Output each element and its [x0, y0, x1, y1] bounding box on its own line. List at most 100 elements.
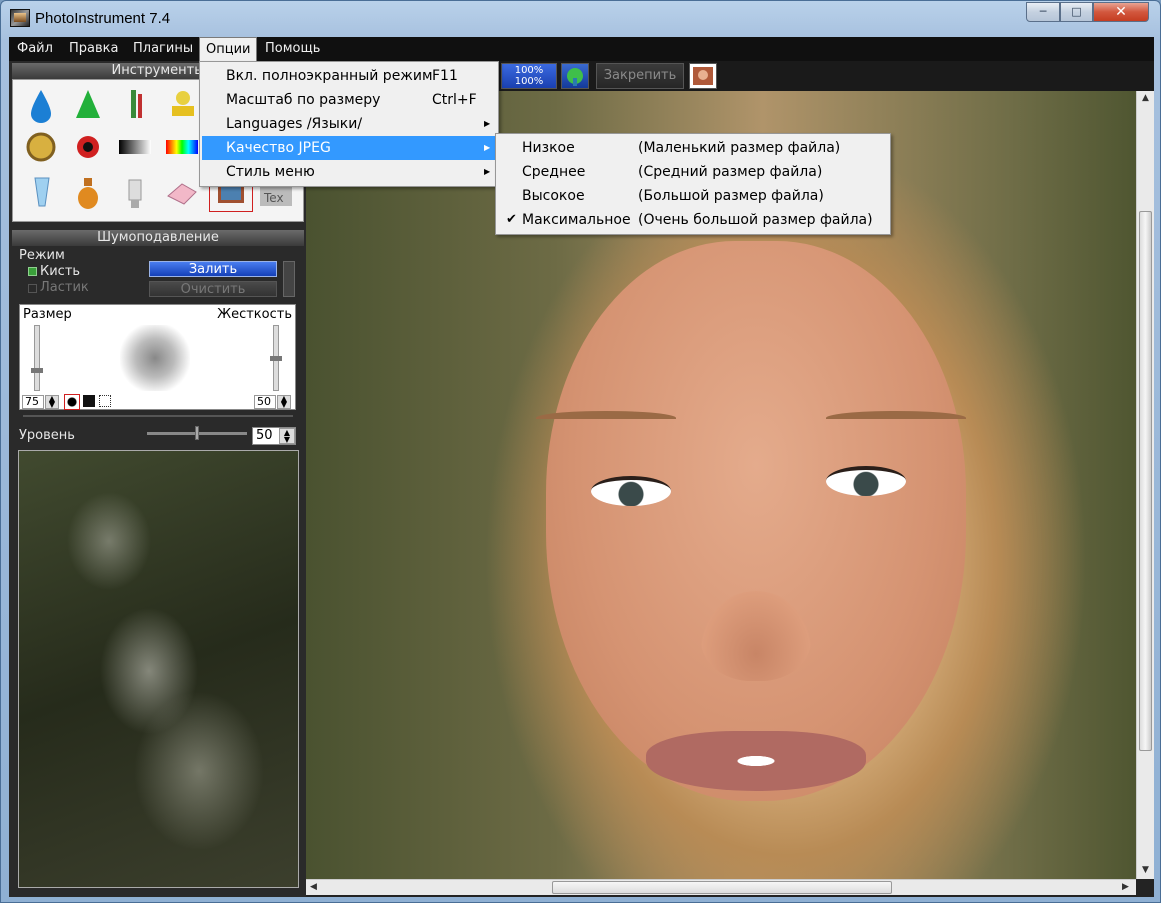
quality-medium[interactable]: Среднее (Средний размер файла) — [498, 160, 888, 184]
submenu-arrow-icon: ▶ — [484, 167, 491, 176]
eraser-label: Ластик — [40, 280, 89, 295]
pencil-tool-icon[interactable] — [115, 86, 155, 124]
window-title: PhotoInstrument 7.4 — [35, 10, 171, 27]
languages-label: Languages /Языки/ — [226, 116, 363, 132]
gold-shape-tool-icon[interactable] — [21, 128, 61, 166]
navigator-button[interactable] — [561, 63, 589, 89]
submenu-arrow-icon: ▶ — [484, 119, 491, 128]
quality-high[interactable]: Высокое (Большой размер файла) — [498, 184, 888, 208]
zoom-bottom-label: 100% — [514, 76, 544, 87]
app-window: PhotoInstrument 7.4 ─ □ ✕ Файл Правка Пл… — [0, 0, 1161, 903]
fit-label: Масштаб по размеру — [226, 92, 381, 108]
vertical-scrollbar[interactable]: ▲ ▼ — [1136, 91, 1154, 879]
level-label: Уровень — [19, 428, 75, 443]
zoom-top-label: 100% — [514, 65, 544, 76]
mode-label: Режим — [19, 248, 65, 263]
fullscreen-shortcut: F11 — [432, 68, 458, 84]
fill-button[interactable]: Залить — [149, 261, 277, 277]
brush-label: Кисть — [40, 264, 81, 279]
title-bar[interactable]: PhotoInstrument 7.4 ─ □ ✕ — [1, 1, 1160, 37]
size-spinner[interactable]: ▲ ▼ — [45, 395, 59, 409]
nose — [701, 591, 811, 681]
quality-medium-name: Среднее — [522, 164, 586, 180]
hardness-slider[interactable] — [270, 325, 282, 391]
left-brow — [536, 411, 676, 425]
right-eye — [826, 466, 906, 496]
menu-style[interactable]: Стиль меню ▶ — [202, 160, 496, 184]
brush-radio[interactable] — [28, 267, 37, 276]
options-dropdown: Вкл. полноэкранный режим F11 Масштаб по р… — [199, 61, 499, 187]
fit-shortcut: Ctrl+F — [432, 92, 477, 108]
jpeg-quality-label: Качество JPEG — [226, 140, 331, 156]
quality-max[interactable]: ✔ Максимальное (Очень большой размер файла… — [498, 208, 888, 232]
lamp-tool-icon[interactable] — [115, 174, 155, 212]
close-button[interactable]: ✕ — [1093, 2, 1149, 22]
level-spinner[interactable]: ▲ ▼ — [279, 428, 295, 444]
noise-panel-title: Шумоподавление — [12, 230, 304, 246]
quality-low[interactable]: Низкое (Маленький размер файла) — [498, 136, 888, 160]
tube-tool-icon[interactable] — [21, 174, 61, 212]
mode-scrollbar[interactable] — [283, 261, 295, 297]
cone-tool-icon[interactable] — [68, 86, 108, 124]
maximize-button[interactable]: □ — [1060, 2, 1093, 22]
lock-button[interactable]: Закрепить — [596, 63, 684, 89]
stamp-tool-icon[interactable] — [162, 86, 202, 124]
right-brow — [826, 411, 966, 425]
menu-languages[interactable]: Languages /Языки/ ▶ — [202, 112, 496, 136]
quality-low-desc: (Маленький размер файла) — [638, 140, 841, 156]
quality-max-name: Максимальное — [522, 212, 631, 228]
menu-fit-to-size[interactable]: Масштаб по размеру Ctrl+F — [202, 88, 496, 112]
divider — [23, 415, 293, 417]
quality-low-name: Низкое — [522, 140, 575, 156]
horizontal-scroll-thumb[interactable] — [552, 881, 892, 894]
clear-button[interactable]: Очистить — [149, 281, 277, 297]
menu-options[interactable]: Опции — [199, 37, 258, 61]
selection-brush-icon[interactable] — [99, 395, 111, 407]
size-label: Размер — [23, 307, 72, 322]
quality-medium-desc: (Средний размер файла) — [638, 164, 823, 180]
blur-drop-tool-icon[interactable] — [21, 86, 61, 124]
brush-preview — [120, 325, 190, 391]
menu-edit[interactable]: Правка — [63, 37, 124, 61]
photo-thumbnail-icon[interactable] — [689, 63, 717, 89]
menu-plugins[interactable]: Плагины — [127, 37, 199, 61]
size-field[interactable]: 75 — [22, 395, 44, 409]
app-icon — [10, 9, 30, 27]
checkmark-icon: ✔ — [506, 212, 517, 227]
fullscreen-label: Вкл. полноэкранный режим — [226, 68, 433, 84]
left-eye — [591, 476, 671, 506]
horizontal-scrollbar[interactable]: ◀ ▶ — [306, 879, 1136, 895]
quality-max-desc: (Очень большой размер файла) — [638, 212, 873, 228]
menu-fullscreen[interactable]: Вкл. полноэкранный режим F11 — [202, 64, 496, 88]
hardness-label: Жесткость — [217, 307, 292, 322]
round-brush-icon[interactable] — [64, 394, 80, 410]
level-slider-thumb[interactable] — [195, 426, 199, 440]
vertical-scroll-thumb[interactable] — [1139, 211, 1152, 751]
menu-file[interactable]: Файл — [11, 37, 59, 61]
eraser-tool-icon[interactable] — [162, 174, 202, 212]
portrait-face — [546, 241, 966, 801]
bottle-tool-icon[interactable] — [68, 174, 108, 212]
eraser-radio[interactable] — [28, 284, 37, 293]
hardness-spinner[interactable]: ▲ ▼ — [277, 395, 291, 409]
menu-help[interactable]: Помощь — [259, 37, 326, 61]
brush-settings: Размер Жесткость 75 ▲ ▼ 50 ▲ ▼ — [19, 304, 296, 410]
square-brush-icon[interactable] — [83, 395, 95, 407]
menu-bar: Файл Правка Плагины Опции Помощь — [9, 37, 1154, 61]
noise-preview-image — [18, 450, 299, 888]
jpeg-quality-submenu: Низкое (Маленький размер файла) Среднее (С… — [495, 133, 891, 235]
minimize-button[interactable]: ─ — [1026, 2, 1060, 22]
rainbow-tool-icon[interactable] — [162, 128, 202, 166]
size-slider[interactable] — [31, 325, 43, 391]
menu-style-label: Стиль меню — [226, 164, 315, 180]
zoom-100-button[interactable]: 100% 100% — [501, 63, 557, 89]
menu-jpeg-quality[interactable]: Качество JPEG ▶ — [202, 136, 496, 160]
mouth — [646, 731, 866, 791]
quality-high-name: Высокое — [522, 188, 585, 204]
quality-high-desc: (Большой размер файла) — [638, 188, 824, 204]
hardness-field[interactable]: 50 — [254, 395, 276, 409]
red-eye-tool-icon[interactable] — [68, 128, 108, 166]
submenu-arrow-icon: ▶ — [484, 143, 491, 152]
gradient-tool-icon[interactable] — [115, 128, 155, 166]
svg-text:Tex: Tex — [263, 191, 284, 205]
